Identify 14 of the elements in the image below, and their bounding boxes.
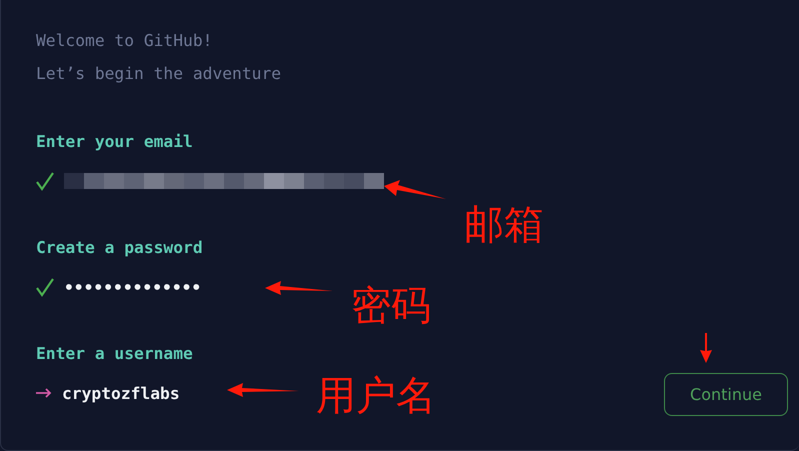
annotation-text: 邮箱 — [464, 203, 544, 247]
field-label: Enter a username — [36, 343, 193, 365]
intro-text: Let’s begin the adventure — [36, 63, 282, 85]
annotation-text: 密码 — [351, 284, 431, 328]
field-label: Enter your email — [36, 131, 193, 153]
field-value: •••••••••••••• — [64, 278, 202, 296]
annotation-arrow — [384, 180, 446, 202]
intro-text: Welcome to GitHub! — [36, 30, 214, 52]
annotation-arrow — [265, 281, 333, 295]
continue-button[interactable]: Continue — [664, 373, 788, 416]
field-label: Create a password — [36, 237, 203, 259]
annotation-text: 用户名 — [316, 374, 436, 418]
annotation-arrow — [700, 333, 712, 363]
field-value: cryptozflabs — [62, 384, 180, 402]
